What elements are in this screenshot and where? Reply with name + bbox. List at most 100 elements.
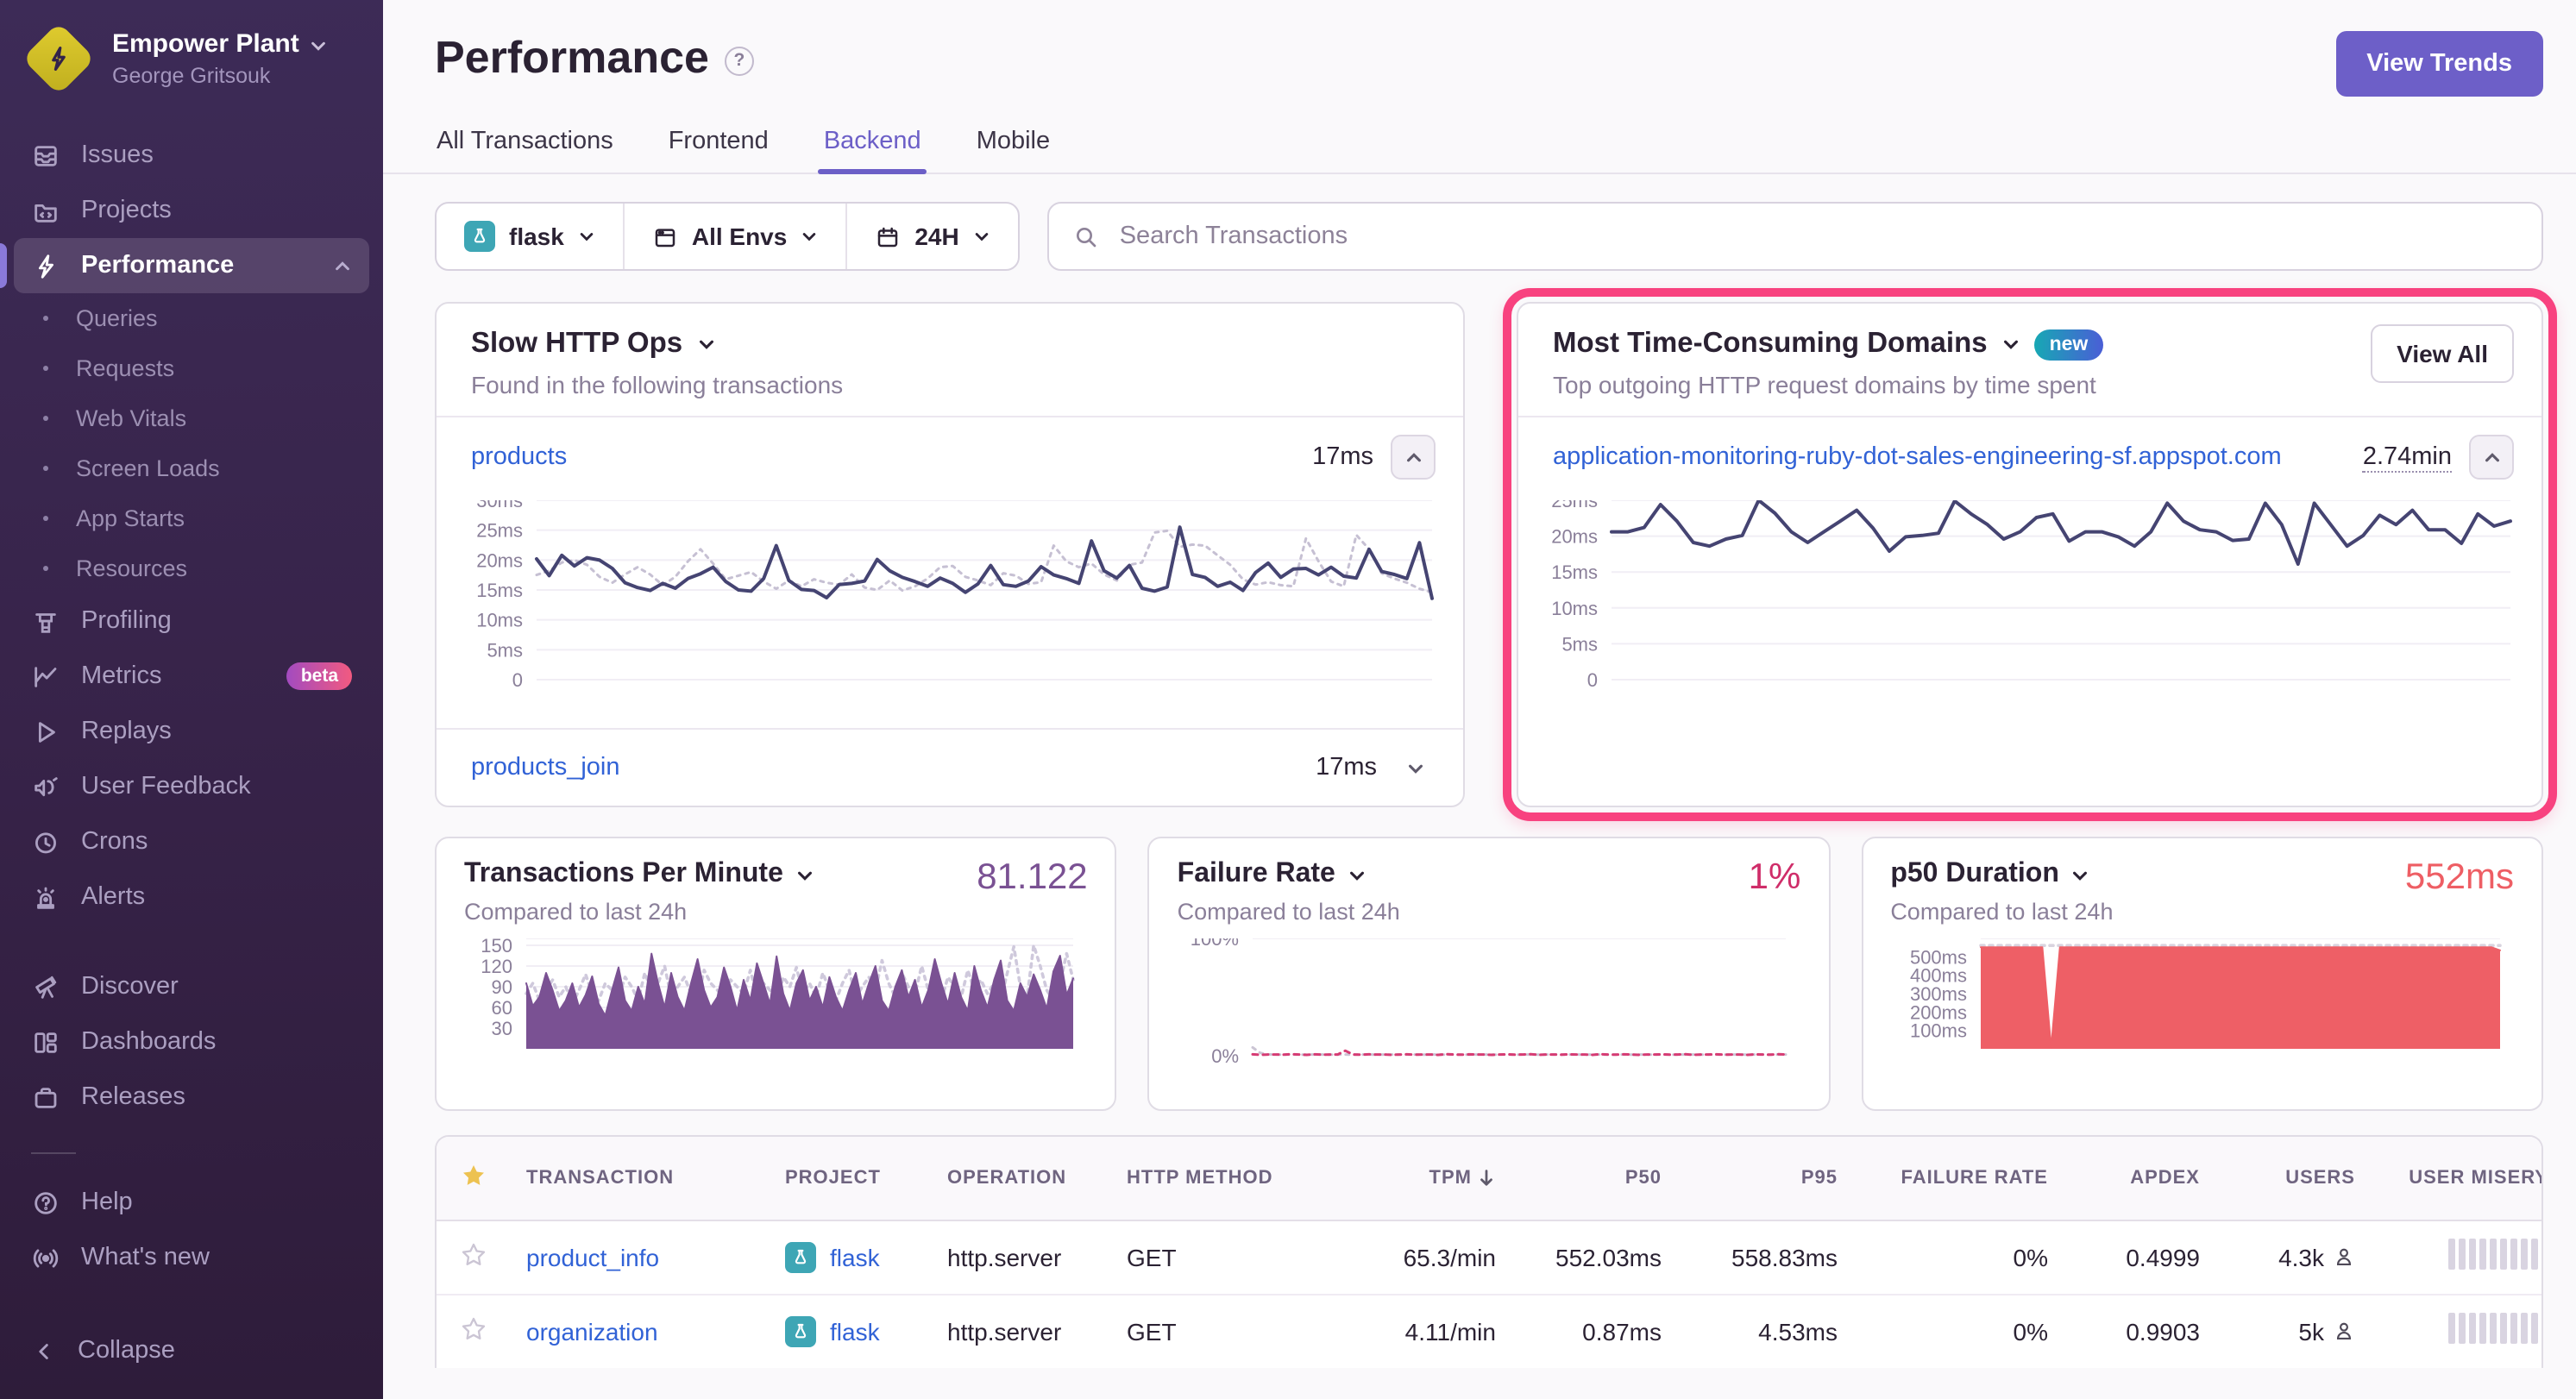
app-window: Empower Plant George Gritsouk Issues Pro… [0,0,2576,1399]
tab-bar: All Transactions Frontend Backend Mobile [383,114,2576,174]
column-header-p50[interactable]: P50 [1513,1137,1679,1220]
sidebar-item-label: Collapse [78,1337,175,1364]
project-link[interactable]: flask [785,1316,913,1347]
svg-text:5ms: 5ms [487,639,523,661]
p50-duration-card: p50 Duration 552ms Compared to last 24h … [1861,837,2543,1111]
sidebar-item-web-vitals[interactable]: Web Vitals [14,393,369,443]
domains-chart[interactable]: 25ms20ms15ms10ms5ms0 [1529,500,2524,728]
failure-rate-chart[interactable]: 100%0% [1178,938,1801,1066]
sidebar-item-user-feedback[interactable]: User Feedback [14,759,369,814]
sidebar-item-releases[interactable]: Releases [14,1070,369,1125]
sidebar-item-crons[interactable]: Crons [14,814,369,869]
org-switcher[interactable]: Empower Plant George Gritsouk [0,0,383,128]
p50-duration-chart[interactable]: 500ms400ms300ms200ms100ms [1890,938,2514,1066]
column-header-users[interactable]: USERS [2217,1137,2372,1220]
tab-frontend[interactable]: Frontend [667,114,770,173]
sidebar-item-dashboards[interactable]: Dashboards [14,1014,369,1070]
star-outline-icon [460,1316,486,1342]
projects-icon [31,196,60,225]
sidebar-item-app-starts[interactable]: App Starts [14,493,369,543]
broadcast-icon [31,1243,60,1272]
collapse-row-button[interactable] [2469,435,2514,480]
org-user: George Gritsouk [112,64,329,88]
issues-icon [31,141,60,170]
chevron-down-icon [1348,865,1367,884]
column-header-http-method[interactable]: HTTP METHOD [1109,1137,1313,1220]
transaction-link-products-join[interactable]: products_join [471,754,1298,781]
sidebar-item-resources[interactable]: Resources [14,543,369,593]
tpm-card: Transactions Per Minute 81.122 Compared … [435,837,1117,1111]
column-header-project[interactable]: PROJECT [768,1137,930,1220]
most-time-consuming-domains-card: Most Time-Consuming Domains new Top outg… [1517,302,2543,807]
duration-value: 17ms [1316,754,1377,781]
sidebar-item-replays[interactable]: Replays [14,704,369,759]
failure-rate-title[interactable]: Failure Rate [1178,859,1335,890]
tab-backend[interactable]: Backend [822,114,923,173]
transaction-link-products[interactable]: products [471,443,1295,471]
sidebar-item-queries[interactable]: Queries [14,293,369,343]
transaction-link[interactable]: product_info [526,1243,659,1270]
sidebar-item-help[interactable]: Help [14,1175,369,1230]
operation-cell: http.server [930,1294,1109,1368]
slow-http-ops-subtitle: Found in the following transactions [471,371,1429,398]
sidebar: Empower Plant George Gritsouk Issues Pro… [0,0,383,1399]
performance-icon [31,251,60,280]
help-icon [31,1188,60,1217]
sidebar-collapse-button[interactable]: Collapse [14,1323,369,1378]
sidebar-item-alerts[interactable]: Alerts [14,869,369,925]
search-input[interactable] [1116,221,2517,252]
slow-http-ops-chart[interactable]: 30ms25ms20ms15ms10ms5ms0 [447,500,1446,728]
project-link[interactable]: flask [785,1241,913,1272]
environment-filter[interactable]: All Envs [625,204,848,269]
chevron-up-icon [1404,448,1423,467]
star-toggle[interactable] [460,1320,486,1347]
tpm-chart[interactable]: 150120906030 [464,938,1088,1066]
collapse-row-button[interactable] [1391,435,1436,480]
p50-title[interactable]: p50 Duration [1890,859,2059,890]
time-range-filter[interactable]: 24H [847,204,1017,269]
slow-http-ops-title[interactable]: Slow HTTP Ops [471,328,682,361]
star-toggle[interactable] [460,1245,486,1272]
tpm-title[interactable]: Transactions Per Minute [464,859,783,890]
sidebar-item-issues[interactable]: Issues [14,128,369,183]
star-column-header[interactable] [437,1137,509,1220]
transaction-link[interactable]: organization [526,1318,658,1346]
domains-title[interactable]: Most Time-Consuming Domains [1553,328,1988,361]
column-header-apdex[interactable]: APDEX [2065,1137,2217,1220]
column-header-p95[interactable]: P95 [1679,1137,1855,1220]
column-header-transaction[interactable]: TRANSACTION [509,1137,768,1220]
svg-text:15ms: 15ms [476,580,523,601]
domain-link[interactable]: application-monitoring-ruby-dot-sales-en… [1553,443,2346,471]
column-header-tpm[interactable]: TPM [1313,1137,1513,1220]
sidebar-item-whats-new[interactable]: What's new [14,1230,369,1285]
releases-icon [31,1082,60,1112]
http-method-cell: GET [1109,1220,1313,1294]
flask-project-icon [464,221,495,252]
expand-row-button[interactable] [1394,758,1436,777]
view-trends-button[interactable]: View Trends [2335,31,2543,97]
sidebar-item-projects[interactable]: Projects [14,183,369,238]
sidebar-item-label: Releases [81,1083,185,1111]
sidebar-item-performance[interactable]: Performance [14,238,369,293]
sidebar-item-discover[interactable]: Discover [14,959,369,1014]
new-badge: new [2034,329,2104,360]
column-header-failure-rate[interactable]: FAILURE RATE [1855,1137,2065,1220]
tab-all-transactions[interactable]: All Transactions [435,114,615,173]
window-icon [652,223,678,249]
project-filter[interactable]: flask [437,204,625,269]
chevron-down-icon [1405,758,1424,777]
column-header-user-misery[interactable]: USER MISERY [2372,1137,2543,1220]
duration-value: 17ms [1312,443,1373,471]
sidebar-item-requests[interactable]: Requests [14,343,369,393]
sidebar-item-label: Replays [81,718,172,745]
svg-text:10ms: 10ms [1551,598,1598,619]
star-outline-icon [460,1241,486,1267]
page-help-icon[interactable]: ? [725,46,754,75]
sidebar-item-screen-loads[interactable]: Screen Loads [14,443,369,493]
sidebar-item-profiling[interactable]: Profiling [14,593,369,649]
column-header-operation[interactable]: OPERATION [930,1137,1109,1220]
sidebar-item-metrics[interactable]: Metrics beta [14,649,369,704]
tab-mobile[interactable]: Mobile [975,114,1052,173]
view-all-button[interactable]: View All [2371,324,2514,383]
user-icon [2333,1321,2355,1343]
